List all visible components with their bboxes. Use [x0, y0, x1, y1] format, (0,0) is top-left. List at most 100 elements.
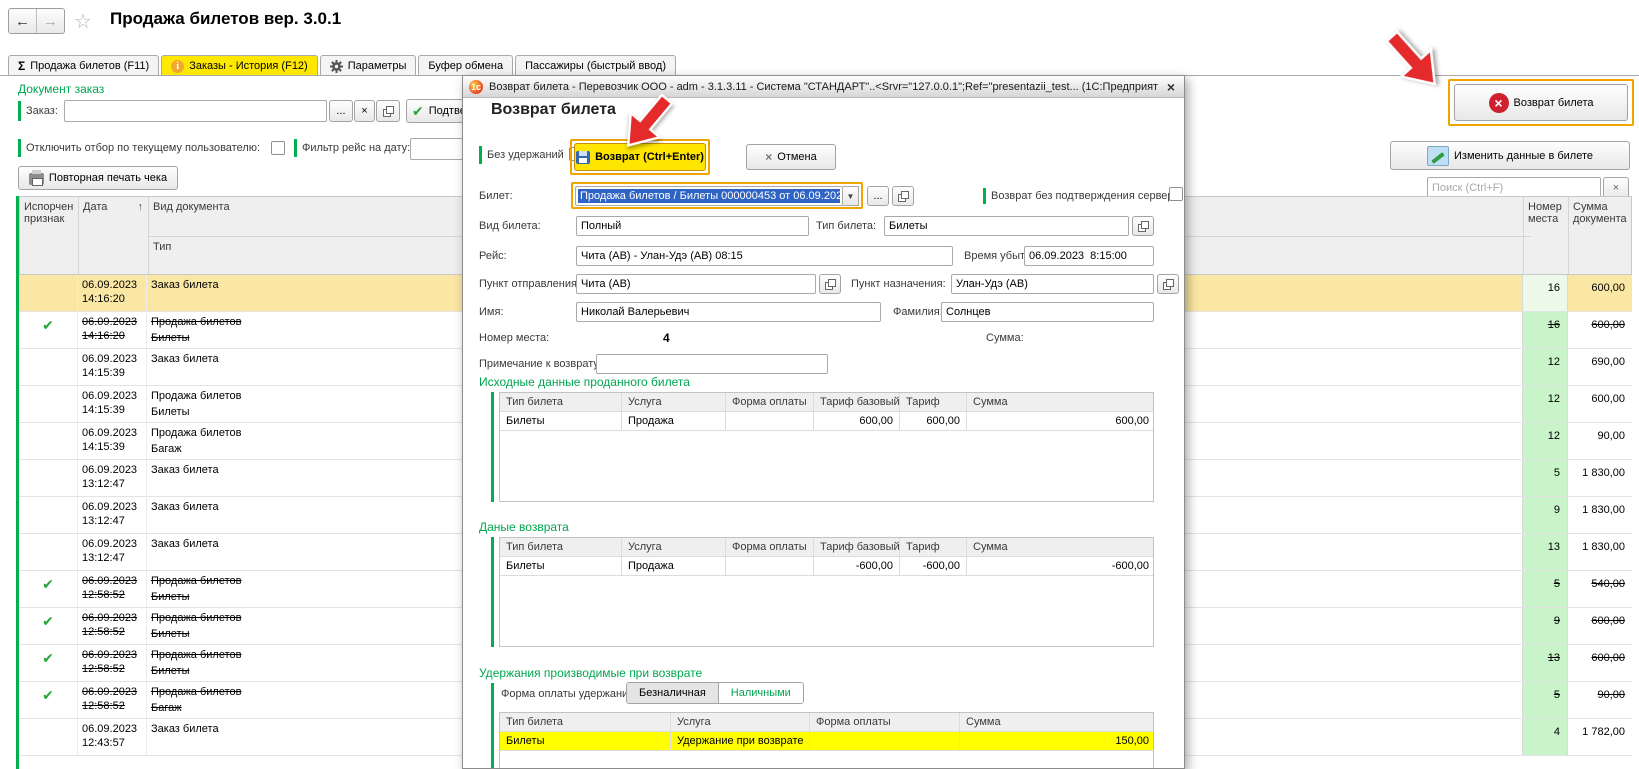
col-header-spoiled[interactable]: Испорченпризнак — [20, 197, 78, 274]
ticket-dropdown-button[interactable]: ▼ — [843, 186, 859, 206]
date-cell: 06.09.202314:15:39 — [77, 423, 147, 459]
ticket-input[interactable]: Продажа билетов / Билеты 000000453 от 06… — [575, 186, 843, 206]
type-open-button[interactable] — [1132, 216, 1154, 236]
printer-icon — [29, 173, 44, 185]
toggle-cashless[interactable]: Безналичная — [627, 683, 718, 703]
seat-cell: 9 — [1522, 608, 1567, 644]
col-header-seat[interactable]: Номерместа — [1523, 197, 1568, 274]
date-cell: 06.09.202314:15:39 — [77, 349, 147, 385]
column-header[interactable]: Тариф базовый — [814, 393, 900, 411]
dialog-cancel-button[interactable]: × Отмена — [746, 144, 836, 170]
source-ticket-table[interactable]: Тип билетаУслугаФорма оплатыТариф базовы… — [499, 392, 1154, 502]
tab-3[interactable]: Буфер обмена — [418, 55, 513, 76]
dialog-title-bar[interactable]: 1с Возврат билета - Перевозчик ООО - adm… — [463, 76, 1184, 98]
spoiled-cell — [19, 719, 77, 755]
ticket-choose-button[interactable]: ... — [867, 186, 889, 206]
tab-4[interactable]: Пассажиры (быстрый ввод) — [515, 55, 676, 76]
forward-button[interactable]: → — [36, 9, 64, 33]
disable-filter-checkbox[interactable] — [271, 141, 285, 155]
reprint-receipt-button[interactable]: Повторная печать чека — [18, 166, 178, 190]
favorite-star-icon[interactable]: ☆ — [74, 9, 92, 34]
spoiled-cell — [19, 534, 77, 570]
edit-ticket-button[interactable]: Изменить данные в билете — [1390, 141, 1630, 170]
column-header[interactable]: Форма оплаты — [726, 393, 814, 411]
note-input[interactable] — [596, 354, 828, 374]
ticket-open-button[interactable] — [892, 186, 914, 206]
toggle-cash[interactable]: Наличными — [718, 683, 803, 703]
column-header[interactable]: Тип билета — [500, 713, 671, 731]
date-filter-label: Фильтр рейс на дату: — [302, 142, 410, 154]
surname-label: Фамилия: — [893, 306, 943, 318]
dialog-return-button[interactable]: Возврат (Ctrl+Enter) — [574, 143, 706, 171]
field-marker — [294, 139, 297, 157]
spoiled-check-icon: ✔ — [19, 312, 77, 348]
no-server-confirm-checkbox[interactable] — [1169, 187, 1183, 201]
sum-cell: 600,00 — [1567, 386, 1632, 422]
name-input[interactable]: Николай Валерьевич — [576, 302, 881, 322]
col-header-sum[interactable]: Суммадокумента — [1568, 197, 1633, 274]
no-deduction-label: Без удержаний — [487, 149, 564, 161]
cell: 600,00 — [900, 412, 967, 430]
column-header[interactable]: Форма оплаты — [726, 538, 814, 556]
return-data-table[interactable]: Тип билетаУслугаФорма оплатыТариф базовы… — [499, 537, 1154, 647]
column-header[interactable]: Тариф — [900, 393, 967, 411]
dialog-table-row[interactable]: БилетыУдержание при возврате150,00 — [500, 732, 1153, 751]
seat-cell: 12 — [1522, 423, 1567, 459]
dialog-table-row[interactable]: БилетыПродажа600,00600,00600,00 — [500, 412, 1153, 431]
column-header[interactable]: Услуга — [622, 393, 726, 411]
tab-2[interactable]: Параметры — [320, 55, 417, 76]
to-label: Пункт назначения: — [851, 278, 946, 290]
order-choose-button[interactable]: ... — [329, 100, 353, 122]
column-header[interactable]: Форма оплаты — [810, 713, 960, 731]
column-header[interactable]: Услуга — [622, 538, 726, 556]
seat-cell: 13 — [1522, 645, 1567, 681]
dialog-table-header[interactable]: Тип билетаУслугаФорма оплатыТариф базовы… — [500, 538, 1153, 557]
kind-input[interactable]: Полный — [576, 216, 809, 236]
type-input[interactable]: Билеты — [884, 216, 1129, 236]
column-header[interactable]: Тариф базовый — [814, 538, 900, 556]
seat-cell: 4 — [1522, 719, 1567, 755]
note-label: Примечание к возврату: — [479, 358, 602, 370]
order-open-button[interactable] — [376, 100, 400, 122]
column-header[interactable]: Сумма — [967, 393, 1154, 411]
nav-buttons: ← → — [8, 8, 65, 34]
col-header-date[interactable]: Дата ↑ — [78, 197, 148, 274]
sum-cell: 600,00 — [1567, 275, 1632, 311]
dialog-table-row[interactable]: БилетыПродажа-600,00-600,00-600,00 — [500, 557, 1153, 576]
tab-label: Пассажиры (быстрый ввод) — [525, 60, 666, 72]
dialog-table-header[interactable]: Тип билетаУслугаФорма оплатыСумма — [500, 713, 1153, 732]
to-open-button[interactable] — [1157, 274, 1179, 294]
column-header[interactable]: Тип билета — [500, 538, 622, 556]
column-header[interactable]: Сумма — [967, 538, 1154, 556]
dialog-close-icon[interactable]: × — [1164, 79, 1178, 95]
date-filter-input[interactable] — [410, 138, 470, 160]
tab-label: Продажа билетов (F11) — [30, 60, 149, 72]
cell: 600,00 — [814, 412, 900, 430]
back-button[interactable]: ← — [9, 9, 36, 33]
info-icon: i — [171, 60, 184, 73]
page-title: Продажа билетов вер. 3.0.1 — [110, 9, 341, 29]
column-header[interactable]: Сумма — [960, 713, 1154, 731]
check-icon: ✔ — [412, 103, 424, 120]
spoiled-cell — [19, 497, 77, 533]
kind-label: Вид билета: — [479, 220, 541, 232]
cancel-x-icon: × — [765, 150, 772, 164]
column-header[interactable]: Тип билета — [500, 393, 622, 411]
column-header[interactable]: Услуга — [671, 713, 810, 731]
seat-cell: 13 — [1522, 534, 1567, 570]
return-ticket-button[interactable]: × Возврат билета — [1454, 84, 1628, 121]
dialog-table-header[interactable]: Тип билетаУслугаФорма оплатыТариф базовы… — [500, 393, 1153, 412]
order-input[interactable] — [64, 100, 327, 122]
deduction-table[interactable]: Тип билетаУслугаФорма оплатыСуммаБилетыУ… — [499, 712, 1154, 769]
from-open-button[interactable] — [819, 274, 841, 294]
tab-1[interactable]: iЗаказы - История (F12) — [161, 55, 318, 76]
cell: Продажа — [622, 412, 726, 430]
route-input[interactable]: Чита (АВ) - Улан-Удэ (АВ) 08:15 — [576, 246, 953, 266]
order-clear-button[interactable]: × — [354, 100, 375, 122]
surname-input[interactable]: Солнцев — [941, 302, 1154, 322]
from-input[interactable]: Чита (АВ) — [576, 274, 816, 294]
departure-input[interactable]: 06.09.2023 8:15:00 — [1024, 246, 1154, 266]
tab-0[interactable]: ΣПродажа билетов (F11) — [8, 55, 159, 76]
column-header[interactable]: Тариф — [900, 538, 967, 556]
to-input[interactable]: Улан-Удэ (АВ) — [951, 274, 1154, 294]
